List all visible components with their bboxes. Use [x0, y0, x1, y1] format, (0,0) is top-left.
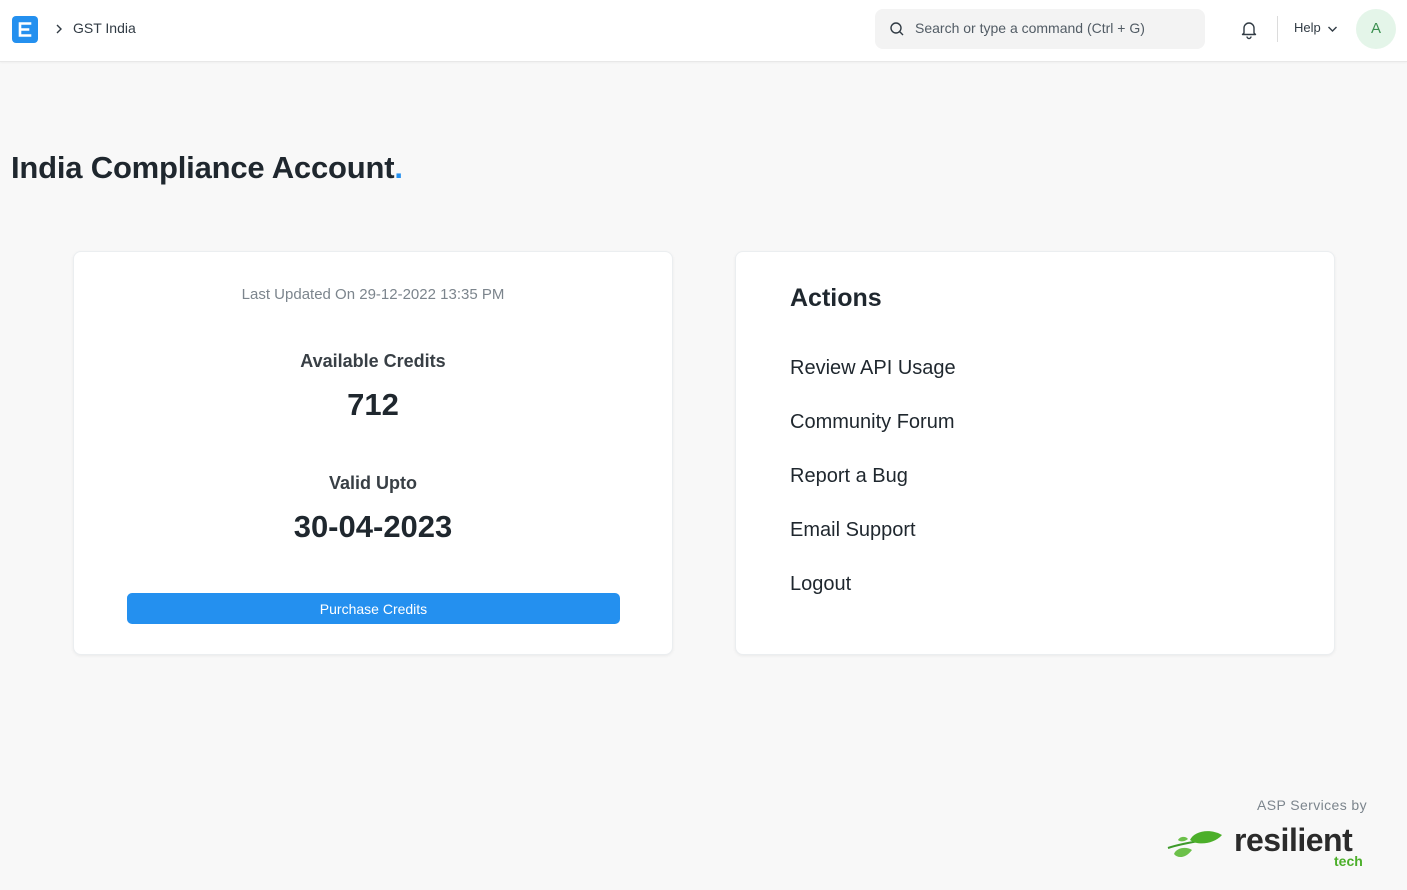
page-title: India Compliance Account. [11, 150, 403, 186]
purchase-credits-button[interactable]: Purchase Credits [127, 593, 620, 624]
logout-link[interactable]: Logout [790, 573, 851, 596]
breadcrumb[interactable]: GST India [73, 20, 136, 36]
available-credits-value: 712 [347, 387, 399, 422]
actions-title: Actions [790, 284, 882, 312]
last-updated-text: Last Updated On 29-12-2022 13:35 PM [241, 286, 505, 303]
asp-services-label: ASP Services by [1256, 797, 1367, 813]
account-card: Last Updated On 29-12-2022 13:35 PM Avai… [73, 251, 673, 655]
actions-card: Actions Review API Usage Community Forum… [735, 251, 1335, 655]
report-bug-link[interactable]: Report a Bug [790, 465, 908, 488]
valid-upto-value: 30-04-2023 [293, 509, 453, 544]
navbar: GST India Search or type a command (Ctrl… [0, 0, 1407, 62]
page-title-dot: . [394, 150, 403, 185]
search-input[interactable]: Search or type a command (Ctrl + G) [915, 20, 1145, 36]
leaf-icon [1167, 831, 1222, 858]
page-title-text: India Compliance Account [11, 150, 395, 185]
brand-sub: tech [1334, 853, 1363, 869]
community-forum-link[interactable]: Community Forum [790, 411, 954, 434]
resilient-tech-logo[interactable]: resilient tech [1166, 822, 1371, 872]
search-icon [890, 22, 904, 36]
avatar[interactable]: A [1356, 9, 1396, 49]
available-credits-label: Available Credits [300, 351, 446, 371]
review-api-usage-link[interactable]: Review API Usage [790, 357, 956, 380]
email-support-link[interactable]: Email Support [790, 519, 916, 542]
help-dropdown[interactable]: Help [1294, 20, 1321, 35]
erpnext-logo-icon[interactable] [12, 16, 38, 43]
valid-upto-label: Valid Upto [328, 473, 417, 493]
chevron-right-icon [56, 24, 62, 34]
search-bar[interactable]: Search or type a command (Ctrl + G) [875, 9, 1205, 49]
chevron-down-icon[interactable] [1327, 25, 1338, 33]
navbar-divider [1277, 16, 1278, 42]
bell-icon[interactable] [1238, 18, 1260, 40]
